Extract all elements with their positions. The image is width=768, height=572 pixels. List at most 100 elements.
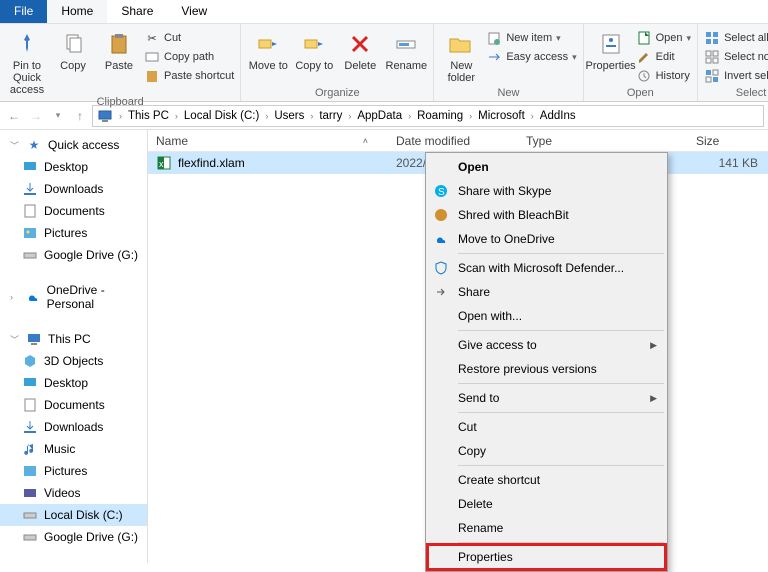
chevron-right-icon: ▶ bbox=[650, 340, 657, 351]
sort-indicator-icon: ˄ bbox=[363, 136, 368, 146]
svg-text:x: x bbox=[159, 159, 164, 169]
new-folder-button[interactable]: New folder bbox=[440, 26, 482, 84]
bleachbit-icon bbox=[432, 206, 450, 224]
ctx-restore[interactable]: Restore previous versions bbox=[428, 357, 665, 381]
crumb-users[interactable]: Users bbox=[270, 110, 308, 122]
history-icon bbox=[636, 68, 652, 84]
ribbon: Pin to Quick access Copy Paste ✂Cut Copy… bbox=[0, 24, 768, 102]
documents-icon bbox=[22, 203, 38, 219]
move-to-icon bbox=[254, 30, 282, 58]
ctx-delete[interactable]: Delete bbox=[428, 492, 665, 516]
paste-shortcut-icon bbox=[144, 68, 160, 84]
crumb-tarry[interactable]: tarry bbox=[315, 110, 346, 122]
sidebar-quick-access[interactable]: ﹀★Quick access bbox=[0, 134, 147, 156]
drive-icon bbox=[22, 507, 38, 523]
sidebar-videos[interactable]: Videos bbox=[0, 482, 147, 504]
ctx-rename[interactable]: Rename bbox=[428, 516, 665, 540]
crumb-local-disk[interactable]: Local Disk (C:) bbox=[180, 110, 263, 122]
download-icon bbox=[22, 181, 38, 197]
ctx-properties[interactable]: Properties bbox=[428, 545, 665, 569]
crumb-this-pc[interactable]: This PC bbox=[124, 110, 173, 122]
column-headers[interactable]: Name˄ Date modified Type Size bbox=[148, 130, 768, 152]
sidebar-3d-objects[interactable]: 3D Objects bbox=[0, 350, 147, 372]
sidebar-desktop2[interactable]: Desktop bbox=[0, 372, 147, 394]
ctx-open[interactable]: Open bbox=[428, 155, 665, 179]
sidebar-desktop[interactable]: Desktop bbox=[0, 156, 147, 178]
sidebar-gdrive[interactable]: Google Drive (G:) bbox=[0, 244, 147, 266]
cut-icon: ✂ bbox=[144, 30, 160, 46]
ribbon-label-clipboard: Clipboard bbox=[97, 96, 144, 110]
ctx-copy[interactable]: Copy bbox=[428, 439, 665, 463]
view-tab[interactable]: View bbox=[167, 0, 221, 23]
chevron-right-icon[interactable]: › bbox=[117, 111, 124, 121]
sidebar-local-disk[interactable]: Local Disk (C:) bbox=[0, 504, 147, 526]
share-tab[interactable]: Share bbox=[107, 0, 167, 23]
home-tab[interactable]: Home bbox=[47, 0, 107, 23]
easy-access-button[interactable]: Easy access ▾ bbox=[486, 49, 576, 65]
sidebar-downloads[interactable]: Downloads bbox=[0, 178, 147, 200]
back-button[interactable]: ← bbox=[4, 106, 24, 126]
breadcrumb[interactable]: › This PC› Local Disk (C:)› Users› tarry… bbox=[92, 105, 764, 127]
ctx-send-to[interactable]: Send to▶ bbox=[428, 386, 665, 410]
desktop-icon bbox=[22, 375, 38, 391]
ctx-onedrive[interactable]: Move to OneDrive bbox=[428, 227, 665, 251]
delete-icon bbox=[346, 30, 374, 58]
select-all-button[interactable]: Select all bbox=[704, 30, 768, 46]
ribbon-label-open: Open bbox=[627, 87, 654, 101]
ctx-open-with[interactable]: Open with... bbox=[428, 304, 665, 328]
edit-button[interactable]: Edit bbox=[636, 49, 691, 65]
ctx-cut[interactable]: Cut bbox=[428, 415, 665, 439]
copy-to-button[interactable]: Copy to bbox=[293, 26, 335, 72]
crumb-appdata[interactable]: AppData bbox=[353, 110, 406, 122]
select-none-icon bbox=[704, 49, 720, 65]
pin-quick-access-button[interactable]: Pin to Quick access bbox=[6, 26, 48, 96]
ctx-bleachbit[interactable]: Shred with BleachBit bbox=[428, 203, 665, 227]
crumb-addins[interactable]: AddIns bbox=[536, 110, 580, 122]
sidebar-music[interactable]: Music bbox=[0, 438, 147, 460]
copy-path-icon bbox=[144, 49, 160, 65]
sidebar-documents2[interactable]: Documents bbox=[0, 394, 147, 416]
copy-button[interactable]: Copy bbox=[52, 26, 94, 72]
file-menu[interactable]: File bbox=[0, 0, 47, 23]
properties-button[interactable]: Properties bbox=[590, 26, 632, 72]
paste-shortcut-button[interactable]: Paste shortcut bbox=[144, 68, 234, 84]
ctx-create-shortcut[interactable]: Create shortcut bbox=[428, 468, 665, 492]
ribbon-group-clipboard: Pin to Quick access Copy Paste ✂Cut Copy… bbox=[0, 24, 241, 101]
open-button[interactable]: Open ▾ bbox=[636, 30, 691, 46]
forward-button[interactable]: → bbox=[26, 106, 46, 126]
chevron-right-icon: ▶ bbox=[650, 393, 657, 404]
copy-path-button[interactable]: Copy path bbox=[144, 49, 234, 65]
navigation-pane: ﹀★Quick access Desktop Downloads Documen… bbox=[0, 130, 148, 563]
recent-button[interactable]: ▾ bbox=[48, 106, 68, 126]
delete-button[interactable]: Delete bbox=[339, 26, 381, 72]
music-icon bbox=[22, 441, 38, 457]
star-icon: ★ bbox=[26, 137, 42, 153]
properties-icon bbox=[597, 30, 625, 58]
sidebar-pictures[interactable]: Pictures bbox=[0, 222, 147, 244]
onedrive-icon bbox=[432, 230, 450, 248]
sidebar-this-pc[interactable]: ﹀This PC bbox=[0, 328, 147, 350]
select-none-button[interactable]: Select none bbox=[704, 49, 768, 65]
sidebar-pictures2[interactable]: Pictures bbox=[0, 460, 147, 482]
move-to-button[interactable]: Move to bbox=[247, 26, 289, 72]
crumb-microsoft[interactable]: Microsoft bbox=[474, 110, 529, 122]
up-button[interactable]: ↑ bbox=[70, 106, 90, 126]
file-list: Name˄ Date modified Type Size xflexfind.… bbox=[148, 130, 768, 563]
ctx-share[interactable]: Share bbox=[428, 280, 665, 304]
sidebar-onedrive[interactable]: ›OneDrive - Personal bbox=[0, 280, 147, 314]
new-item-button[interactable]: New item ▾ bbox=[486, 30, 576, 46]
sidebar-documents[interactable]: Documents bbox=[0, 200, 147, 222]
sidebar-downloads2[interactable]: Downloads bbox=[0, 416, 147, 438]
new-item-icon bbox=[486, 30, 502, 46]
rename-button[interactable]: Rename bbox=[385, 26, 427, 72]
cut-button[interactable]: ✂Cut bbox=[144, 30, 234, 46]
ctx-give-access[interactable]: Give access to▶ bbox=[428, 333, 665, 357]
invert-selection-button[interactable]: Invert selection bbox=[704, 68, 768, 84]
paste-button[interactable]: Paste bbox=[98, 26, 140, 72]
history-button[interactable]: History bbox=[636, 68, 691, 84]
edit-icon bbox=[636, 49, 652, 65]
ctx-skype[interactable]: SShare with Skype bbox=[428, 179, 665, 203]
crumb-roaming[interactable]: Roaming bbox=[413, 110, 467, 122]
sidebar-gdrive2[interactable]: Google Drive (G:) bbox=[0, 526, 147, 548]
ctx-defender[interactable]: Scan with Microsoft Defender... bbox=[428, 256, 665, 280]
